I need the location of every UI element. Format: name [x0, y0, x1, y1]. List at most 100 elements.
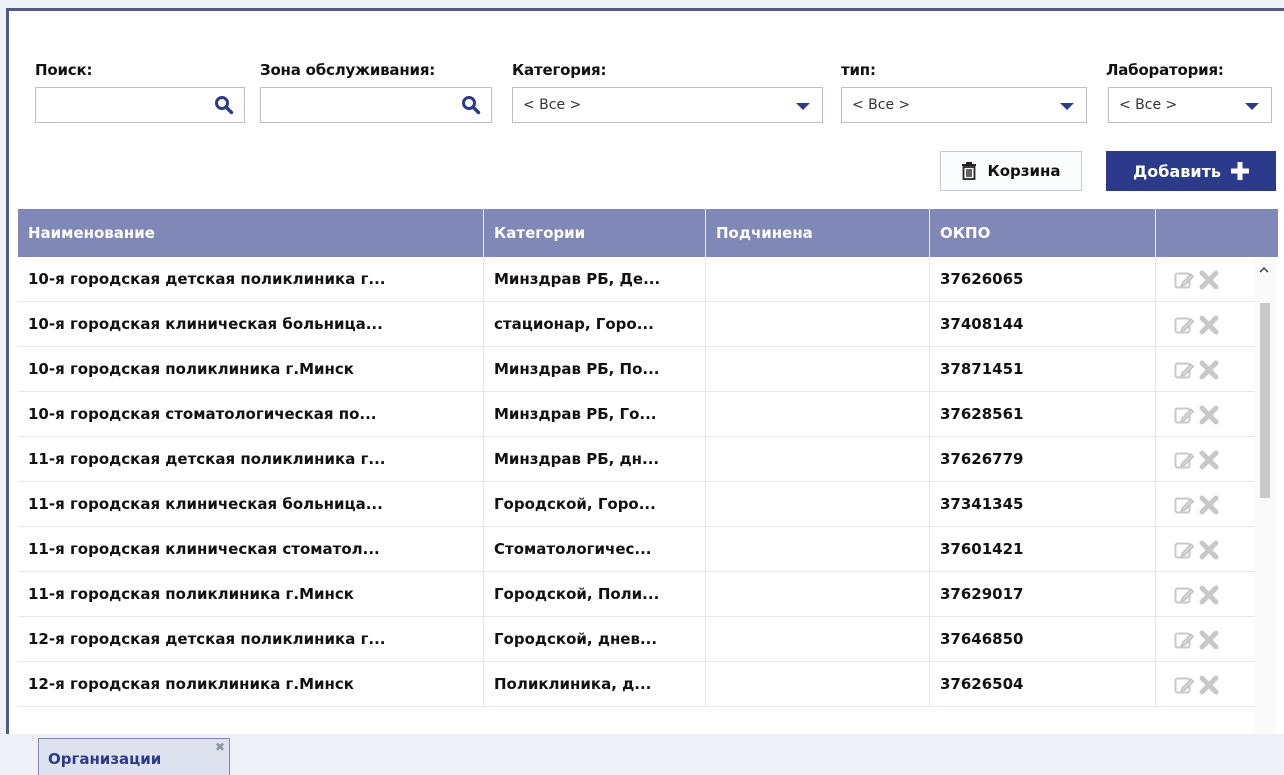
cell-categories: Городской, Поли...	[484, 572, 706, 616]
edit-icon[interactable]	[1174, 584, 1196, 606]
search-label: Поиск:	[35, 61, 93, 79]
cell-okpo: 37626504	[930, 662, 1156, 706]
cell-categories: Городской, Горо...	[484, 482, 706, 526]
cell-name: 10-я городская поликлиника г.Минск	[18, 347, 484, 391]
lab-select[interactable]: < Все >	[1108, 87, 1272, 123]
table-row[interactable]: 10-я городская детская поликлиника г... М…	[18, 257, 1254, 302]
cell-parent	[706, 257, 930, 301]
table-row[interactable]: 10-я городская клиническая больница... ст…	[18, 302, 1254, 347]
cell-okpo: 37628561	[930, 392, 1156, 436]
delete-icon[interactable]	[1198, 449, 1220, 471]
cell-parent	[706, 482, 930, 526]
cell-categories: Минздрав РБ, По...	[484, 347, 706, 391]
delete-icon[interactable]	[1198, 269, 1220, 291]
type-select-value: < Все >	[852, 97, 911, 113]
type-select[interactable]: < Все >	[841, 87, 1087, 123]
edit-icon[interactable]	[1174, 629, 1196, 651]
delete-icon[interactable]	[1198, 629, 1220, 651]
cell-parent	[706, 572, 930, 616]
cell-categories: Минздрав РБ, Го...	[484, 392, 706, 436]
cell-name: 11-я городская поликлиника г.Минск	[18, 572, 484, 616]
delete-icon[interactable]	[1198, 584, 1220, 606]
cell-actions	[1156, 347, 1254, 391]
type-label: тип:	[841, 61, 876, 79]
search-icon[interactable]	[214, 95, 234, 115]
cell-actions	[1156, 482, 1254, 526]
table-row[interactable]: 11-я городская клиническая больница... Го…	[18, 482, 1254, 527]
cell-name: 11-я городская клиническая больница...	[18, 482, 484, 526]
table-row[interactable]: 10-я городская поликлиника г.Минск Минздр…	[18, 347, 1254, 392]
trash-icon	[962, 162, 977, 180]
column-header-categories[interactable]: Категории	[484, 209, 706, 257]
vertical-scrollbar[interactable]	[1254, 259, 1276, 734]
cell-okpo: 37626779	[930, 437, 1156, 481]
cell-parent	[706, 617, 930, 661]
trash-button[interactable]: Корзина	[940, 151, 1082, 191]
close-icon[interactable]: ✖	[215, 741, 225, 753]
edit-icon[interactable]	[1174, 314, 1196, 336]
category-select[interactable]: < Все >	[512, 87, 823, 123]
tab-organizations[interactable]: Организации ✖	[38, 738, 230, 775]
lab-label: Лаборатория:	[1106, 61, 1224, 79]
cell-parent	[706, 662, 930, 706]
column-header-name[interactable]: Наименование	[18, 209, 484, 257]
category-select-value: < Все >	[523, 97, 582, 113]
edit-icon[interactable]	[1174, 494, 1196, 516]
edit-icon[interactable]	[1174, 674, 1196, 696]
delete-icon[interactable]	[1198, 359, 1220, 381]
zone-input[interactable]	[260, 87, 492, 123]
edit-icon[interactable]	[1174, 404, 1196, 426]
cell-parent	[706, 527, 930, 571]
cell-name: 11-я городская детская поликлиника г...	[18, 437, 484, 481]
search-input[interactable]	[35, 87, 245, 123]
cell-name: 10-я городская детская поликлиника г...	[18, 257, 484, 301]
cell-categories: стационар, Горо...	[484, 302, 706, 346]
cell-categories: Городской, днев...	[484, 617, 706, 661]
cell-actions	[1156, 392, 1254, 436]
chevron-up-icon[interactable]	[1259, 265, 1269, 275]
cell-categories: Поликлиника, д...	[484, 662, 706, 706]
delete-icon[interactable]	[1198, 494, 1220, 516]
table-row[interactable]: 11-я городская поликлиника г.Минск Городс…	[18, 572, 1254, 617]
cell-actions	[1156, 302, 1254, 346]
add-button[interactable]: Добавить	[1106, 151, 1276, 191]
cell-categories: Минздрав РБ, дн...	[484, 437, 706, 481]
delete-icon[interactable]	[1198, 539, 1220, 561]
cell-actions	[1156, 662, 1254, 706]
cell-categories: Минздрав РБ, Де...	[484, 257, 706, 301]
table-body: 10-я городская детская поликлиника г... М…	[18, 257, 1254, 707]
cell-actions	[1156, 572, 1254, 616]
plus-icon	[1230, 162, 1249, 180]
cell-actions	[1156, 527, 1254, 571]
chevron-down-icon	[796, 103, 810, 110]
tab-organizations-label: Организации	[48, 750, 162, 768]
edit-icon[interactable]	[1174, 359, 1196, 381]
delete-icon[interactable]	[1198, 674, 1220, 696]
edit-icon[interactable]	[1174, 449, 1196, 471]
table-row[interactable]: 11-я городская клиническая стоматол... Ст…	[18, 527, 1254, 572]
cell-okpo: 37626065	[930, 257, 1156, 301]
delete-icon[interactable]	[1198, 314, 1220, 336]
table-row[interactable]: 10-я городская стоматологическая по... Ми…	[18, 392, 1254, 437]
lab-select-value: < Все >	[1119, 97, 1178, 113]
cell-parent	[706, 437, 930, 481]
add-button-label: Добавить	[1133, 161, 1221, 181]
column-header-okpo[interactable]: ОКПО	[930, 209, 1156, 257]
zone-label: Зона обслуживания:	[260, 61, 436, 79]
table-row[interactable]: 12-я городская поликлиника г.Минск Поликл…	[18, 662, 1254, 707]
table-row[interactable]: 12-я городская детская поликлиника г... Г…	[18, 617, 1254, 662]
edit-icon[interactable]	[1174, 539, 1196, 561]
cell-name: 10-я городская стоматологическая по...	[18, 392, 484, 436]
cell-name: 12-я городская поликлиника г.Минск	[18, 662, 484, 706]
cell-okpo: 37646850	[930, 617, 1156, 661]
delete-icon[interactable]	[1198, 404, 1220, 426]
table-row[interactable]: 11-я городская детская поликлиника г... М…	[18, 437, 1254, 482]
cell-okpo: 37341345	[930, 482, 1156, 526]
column-header-actions	[1156, 209, 1278, 257]
chevron-down-icon	[1245, 103, 1259, 110]
edit-icon[interactable]	[1174, 269, 1196, 291]
search-icon[interactable]	[461, 95, 481, 115]
cell-okpo: 37601421	[930, 527, 1156, 571]
scrollbar-thumb[interactable]	[1260, 303, 1270, 498]
column-header-parent[interactable]: Подчинена	[706, 209, 930, 257]
